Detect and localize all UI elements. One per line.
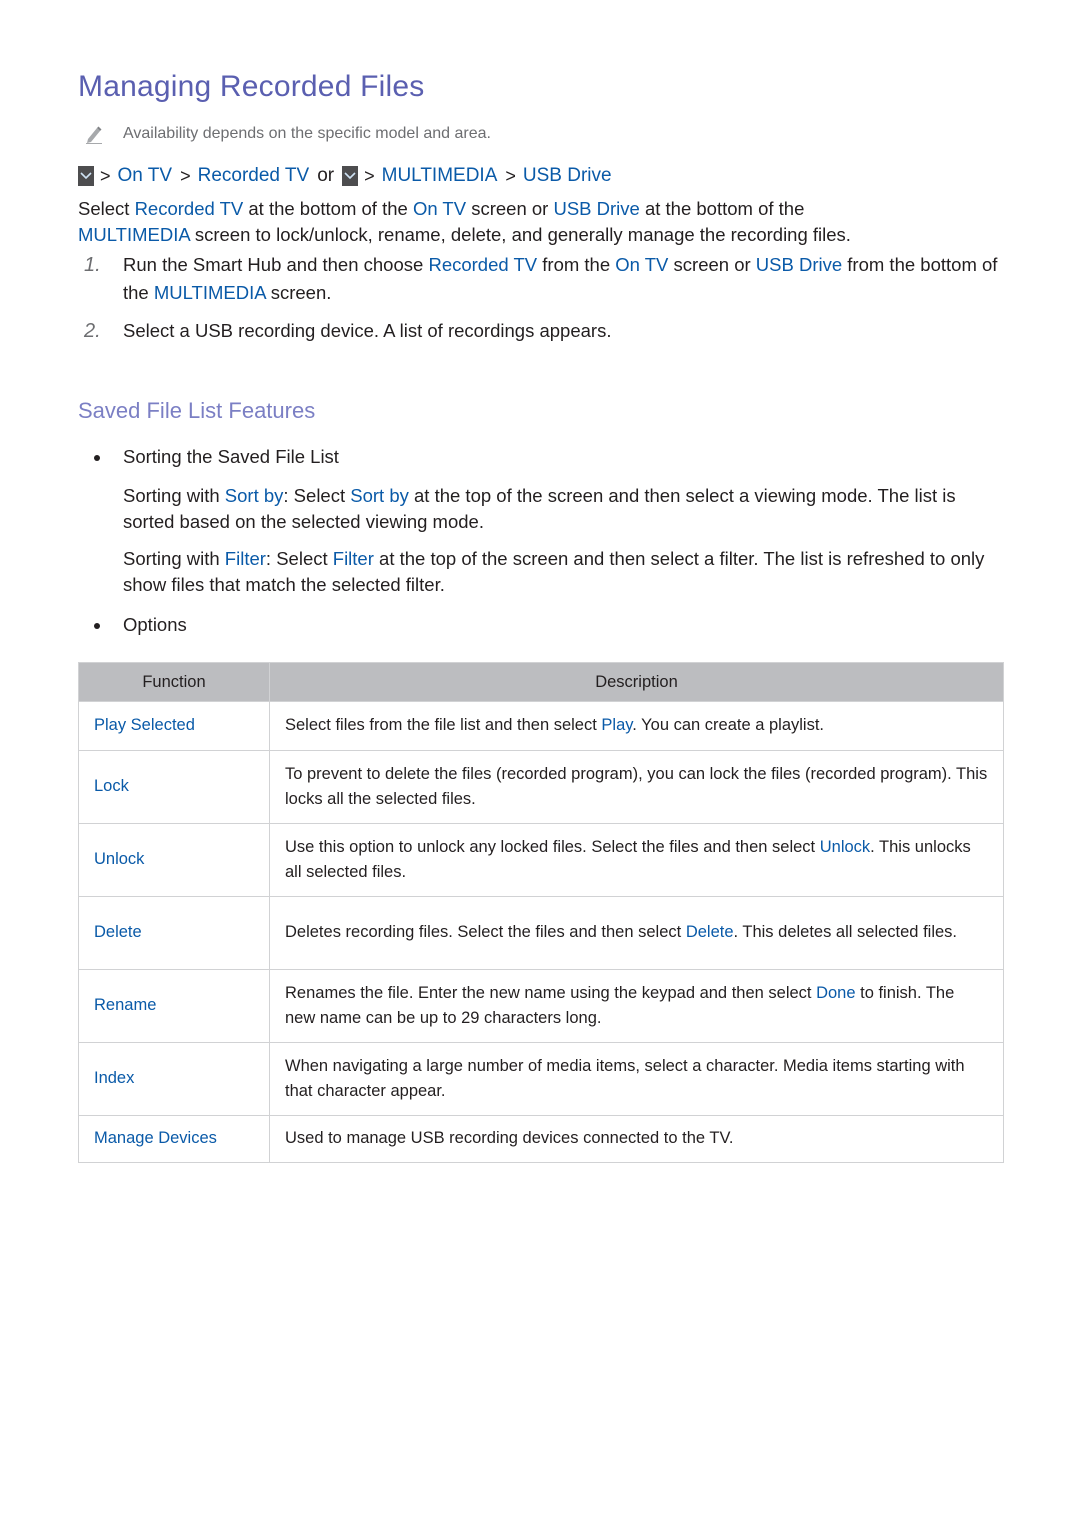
bullet-label: Options (123, 614, 187, 635)
text: Select (78, 198, 135, 219)
bullet-item: Options (78, 612, 187, 638)
breadcrumb-recorded-tv[interactable]: Recorded TV (198, 165, 310, 187)
text: at the bottom of the (639, 198, 805, 219)
bullet-item: Sorting the Saved File List (78, 444, 339, 470)
description-cell: Use this option to unlock any locked fil… (269, 823, 1004, 897)
intro-paragraph: Select Recorded TV at the bottom of the … (78, 196, 1004, 248)
text: Sorting with (123, 548, 225, 569)
step-number: 1. (84, 254, 101, 276)
step-number: 2. (84, 320, 101, 342)
menu-term: Delete (685, 923, 734, 942)
bullet-dot (94, 623, 100, 629)
breadcrumb-separator: > (364, 165, 375, 186)
menu-term: USB Drive (553, 198, 640, 219)
table-row: Delete Deletes recording files. Select t… (78, 896, 1004, 970)
table-row: Rename Renames the file. Enter the new n… (78, 969, 1004, 1043)
menu-chevron-down-icon[interactable] (78, 166, 94, 186)
menu-chevron-down-icon[interactable] (342, 166, 359, 186)
options-table: Function Description Play Selected Selec… (78, 662, 1004, 1163)
menu-term: Done (816, 983, 856, 1002)
text: screen or (668, 254, 756, 275)
step-1: 1. Run the Smart Hub and then choose Rec… (78, 251, 1004, 307)
breadcrumb-on-tv[interactable]: On TV (118, 165, 173, 187)
breadcrumb-usb-drive[interactable]: USB Drive (523, 165, 612, 187)
step-text: Select a USB recording device. A list of… (123, 320, 612, 341)
breadcrumb-separator: > (505, 165, 516, 186)
section-title: Saved File List Features (78, 398, 316, 423)
menu-term: Filter (332, 548, 374, 569)
description-cell: Select files from the file list and then… (269, 701, 1004, 751)
text: Run the Smart Hub and then choose (123, 254, 429, 275)
text: . This deletes all selected files. (733, 923, 957, 942)
function-cell: Rename (78, 969, 270, 1043)
text: : Select (265, 548, 333, 569)
step-text: Run the Smart Hub and then choose Record… (123, 251, 1004, 307)
note-text: Availability depends on the specific mod… (123, 125, 491, 142)
text: : Select (283, 485, 351, 506)
description-cell: Used to manage USB recording devices con… (269, 1115, 1004, 1163)
text: . You can create a playlist. (632, 716, 824, 735)
filter-paragraph: Sorting with Filter: Select Filter at th… (123, 546, 1004, 598)
breadcrumb: > On TV > Recorded TV or > MULTIMEDIA > … (78, 165, 620, 187)
menu-term: Filter (224, 548, 266, 569)
text: Sorting with (123, 485, 225, 506)
column-header-description: Description (269, 662, 1004, 702)
menu-term: MULTIMEDIA (78, 224, 190, 245)
text: Select files from the file list and then… (285, 716, 602, 735)
description-cell: Deletes recording files. Select the file… (269, 896, 1004, 970)
table-row: Index When navigating a large number of … (78, 1042, 1004, 1116)
menu-term: Unlock (819, 837, 871, 856)
menu-term: Sort by (224, 485, 284, 506)
description-cell: When navigating a large number of media … (269, 1042, 1004, 1116)
menu-term: Play (601, 716, 633, 735)
bullet-label: Sorting the Saved File List (123, 446, 339, 467)
menu-term: MULTIMEDIA (153, 282, 266, 303)
availability-note: Availability depends on the specific mod… (78, 124, 491, 144)
menu-term: USB Drive (755, 254, 843, 275)
table-row: Play Selected Select files from the file… (78, 701, 1004, 751)
text: screen. (265, 282, 332, 303)
table-row: Unlock Use this option to unlock any loc… (78, 823, 1004, 897)
text: at the bottom of the (243, 198, 413, 219)
function-cell: Manage Devices (78, 1115, 270, 1163)
text: Use this option to unlock any locked fil… (285, 837, 820, 856)
breadcrumb-or: or (317, 165, 335, 186)
menu-term: On TV (615, 254, 669, 275)
function-cell: Lock (78, 750, 270, 824)
bullet-dot (94, 455, 100, 461)
function-cell: Index (78, 1042, 270, 1116)
function-cell: Unlock (78, 823, 270, 897)
menu-term: Sort by (350, 485, 409, 506)
text: from the (537, 254, 616, 275)
breadcrumb-multimedia[interactable]: MULTIMEDIA (382, 165, 498, 187)
description-cell: To prevent to delete the files (recorded… (269, 750, 1004, 824)
description-cell: Renames the file. Enter the new name usi… (269, 969, 1004, 1043)
text: screen or (466, 198, 554, 219)
text: Renames the file. Enter the new name usi… (285, 983, 817, 1002)
breadcrumb-separator: > (180, 165, 191, 186)
breadcrumb-separator: > (100, 165, 111, 186)
column-header-function: Function (78, 662, 270, 702)
table-row: Manage Devices Used to manage USB record… (78, 1115, 1004, 1163)
menu-term: Recorded TV (134, 198, 244, 219)
page-title: Managing Recorded Files (78, 70, 425, 103)
table-row: Lock To prevent to delete the files (rec… (78, 750, 1004, 824)
table-header-row: Function Description (78, 662, 1004, 702)
pencil-icon (86, 126, 102, 144)
menu-term: On TV (412, 198, 467, 219)
function-cell: Delete (78, 896, 270, 970)
menu-term: Recorded TV (428, 254, 538, 275)
text: screen to lock/unlock, rename, delete, a… (189, 224, 851, 245)
function-cell: Play Selected (78, 701, 270, 751)
text: Deletes recording files. Select the file… (285, 923, 686, 942)
step-2: 2. Select a USB recording device. A list… (78, 317, 1004, 345)
sort-by-paragraph: Sorting with Sort by: Select Sort by at … (123, 483, 1004, 535)
